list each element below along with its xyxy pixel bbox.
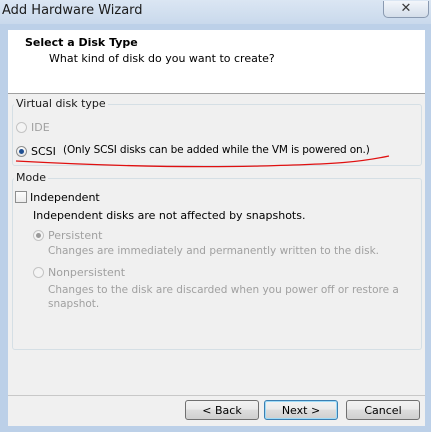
independent-checkbox[interactable] [15,191,27,203]
button-separator [8,395,425,396]
nonpersistent-description-line1: Changes to the disk are discarded when y… [48,284,399,296]
persistent-description: Changes are immediately and permanently … [48,245,380,257]
independent-description: Independent disks are not affected by sn… [33,209,306,222]
nonpersistent-radio[interactable] [33,267,44,278]
independent-label[interactable]: Independent [30,191,100,204]
mode-legend: Mode [14,171,48,184]
nonpersistent-label[interactable]: Nonpersistent [48,266,125,279]
persistent-label[interactable]: Persistent [48,229,102,242]
persistent-radio[interactable] [33,230,44,241]
cancel-button[interactable]: Cancel [346,400,420,420]
nonpersistent-description-line2: snapshot. [48,298,100,310]
radio-selected-dot [36,233,41,238]
next-button[interactable]: Next > [264,400,338,420]
back-button[interactable]: < Back [185,400,259,420]
window-bottom-border [8,426,425,432]
